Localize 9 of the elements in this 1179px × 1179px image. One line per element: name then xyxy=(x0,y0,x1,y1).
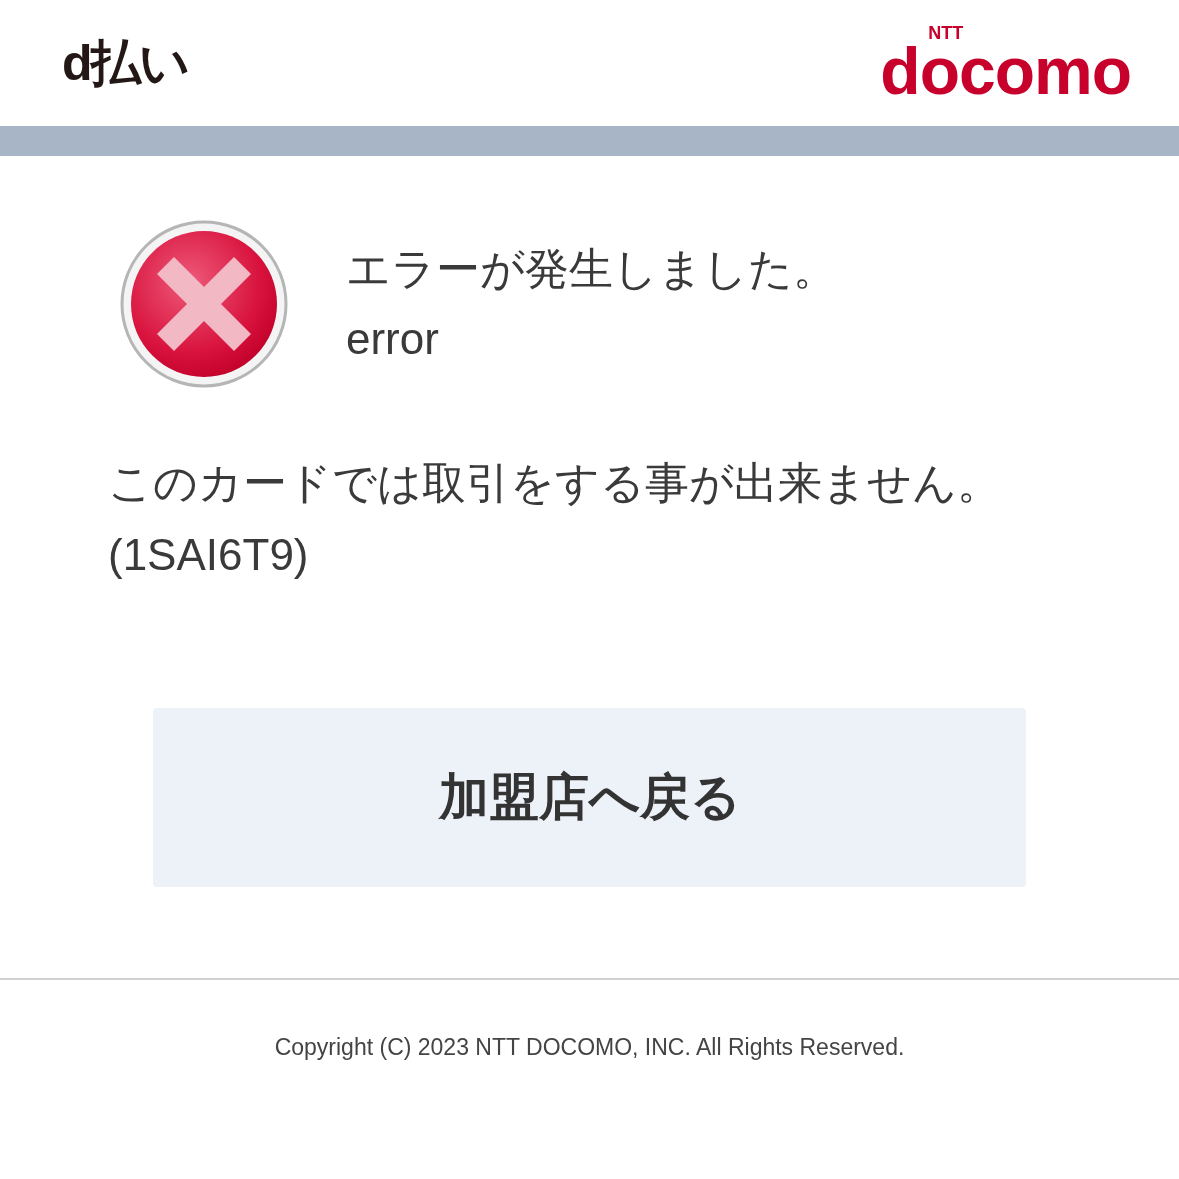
error-subtitle: error xyxy=(346,313,440,365)
service-logo: d払い xyxy=(62,33,188,93)
copyright-text: Copyright (C) 2023 NTT DOCOMO, INC. All Rights Reserved. xyxy=(274,1034,905,1060)
brand-logo: NTT docomo xyxy=(880,24,1131,102)
error-icon xyxy=(120,218,288,390)
error-message: このカードでは取引をする事が出来ません。 xyxy=(108,457,1002,509)
error-code: (1SAI6T9) xyxy=(108,529,310,581)
error-title: エラーが発生しました。 xyxy=(346,243,837,295)
return-button[interactable]: 加盟店へ戻る xyxy=(153,708,1026,887)
